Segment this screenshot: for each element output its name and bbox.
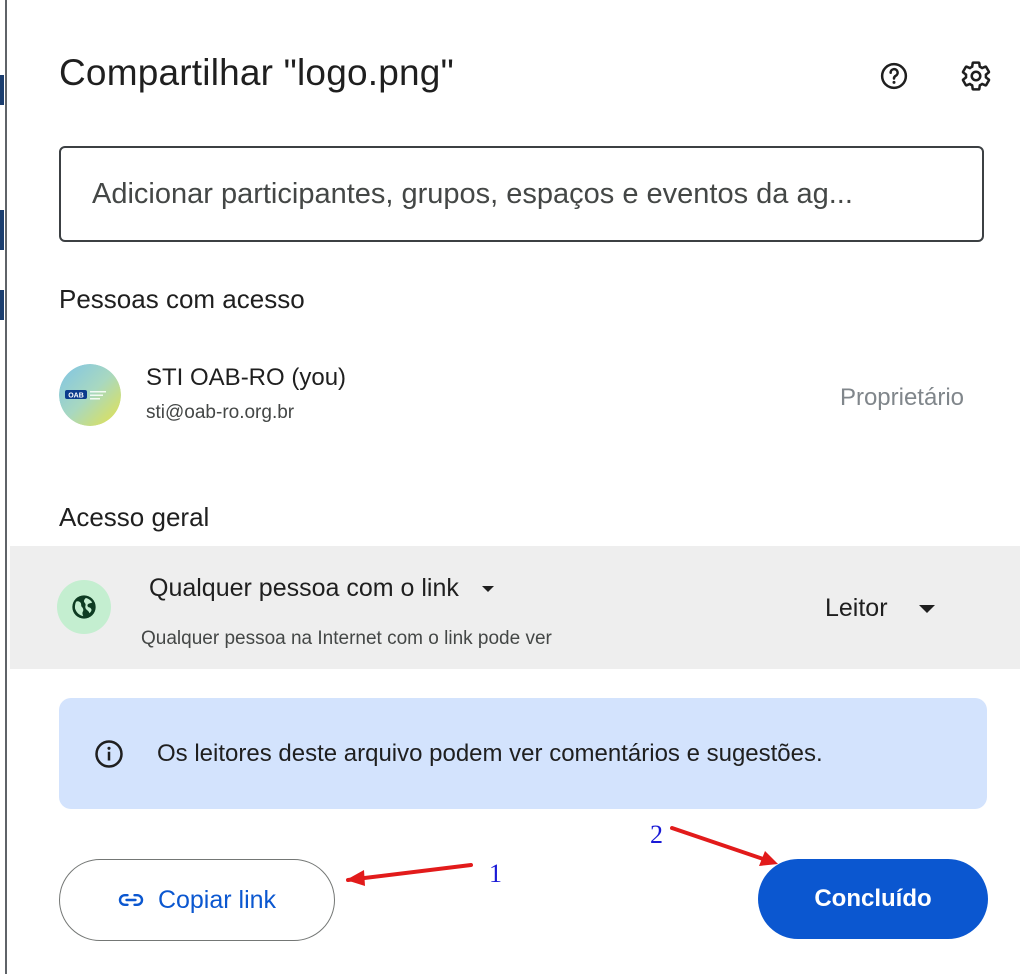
help-button[interactable] xyxy=(876,58,912,94)
copy-link-button[interactable]: Copiar link xyxy=(59,859,335,941)
info-text: Os leitores deste arquivo podem ver come… xyxy=(157,739,823,767)
done-button[interactable]: Concluído xyxy=(758,859,988,939)
chevron-down-icon xyxy=(481,585,494,592)
annotation-arrow-1 xyxy=(346,863,473,882)
gear-icon xyxy=(961,61,991,91)
chevron-down-icon xyxy=(918,604,935,613)
access-description: Qualquer pessoa na Internet com o link p… xyxy=(141,628,552,649)
add-people-field[interactable] xyxy=(59,146,984,242)
annotation-arrow-2 xyxy=(670,826,774,864)
general-access-heading: Acesso geral xyxy=(59,502,210,532)
annotation-label-2: 2 xyxy=(650,820,663,849)
done-label: Concluído xyxy=(814,885,932,912)
info-icon xyxy=(93,738,125,770)
role-dropdown[interactable]: Leitor xyxy=(825,594,936,623)
help-circle-icon xyxy=(880,62,908,90)
share-dialog: Compartilhar "logo.png" Pessoas com aces… xyxy=(0,0,1020,974)
info-banner: Os leitores deste arquivo podem ver come… xyxy=(59,698,987,809)
background-window-edge xyxy=(0,0,7,974)
link-icon xyxy=(118,894,144,906)
person-role: Proprietário xyxy=(839,384,964,411)
globe-icon xyxy=(72,595,96,619)
dialog-title: Compartilhar "logo.png" xyxy=(59,52,454,93)
annotation-label-1: 1 xyxy=(489,859,502,888)
access-type-dropdown[interactable]: Qualquer pessoa com o link xyxy=(149,574,495,603)
globe-badge xyxy=(57,580,111,634)
copy-link-label: Copiar link xyxy=(157,885,277,914)
person-row: OAB STI OAB-RO (you) sti@oab-ro.org.br P… xyxy=(56,358,976,438)
settings-button[interactable] xyxy=(958,58,994,94)
people-with-access-heading: Pessoas com acesso xyxy=(59,284,305,314)
oab-logo-avatar: OAB xyxy=(59,364,121,426)
add-people-input[interactable] xyxy=(90,176,954,212)
person-name: STI OAB-RO (you) xyxy=(146,364,347,391)
person-email: sti@oab-ro.org.br xyxy=(146,402,295,423)
role-label: Leitor xyxy=(825,594,888,622)
general-access-row: Qualquer pessoa com o link Qualquer pess… xyxy=(10,546,1020,669)
avatar: OAB xyxy=(59,364,121,426)
access-type-label: Qualquer pessoa com o link xyxy=(149,574,459,602)
svg-text:OAB: OAB xyxy=(68,393,84,400)
